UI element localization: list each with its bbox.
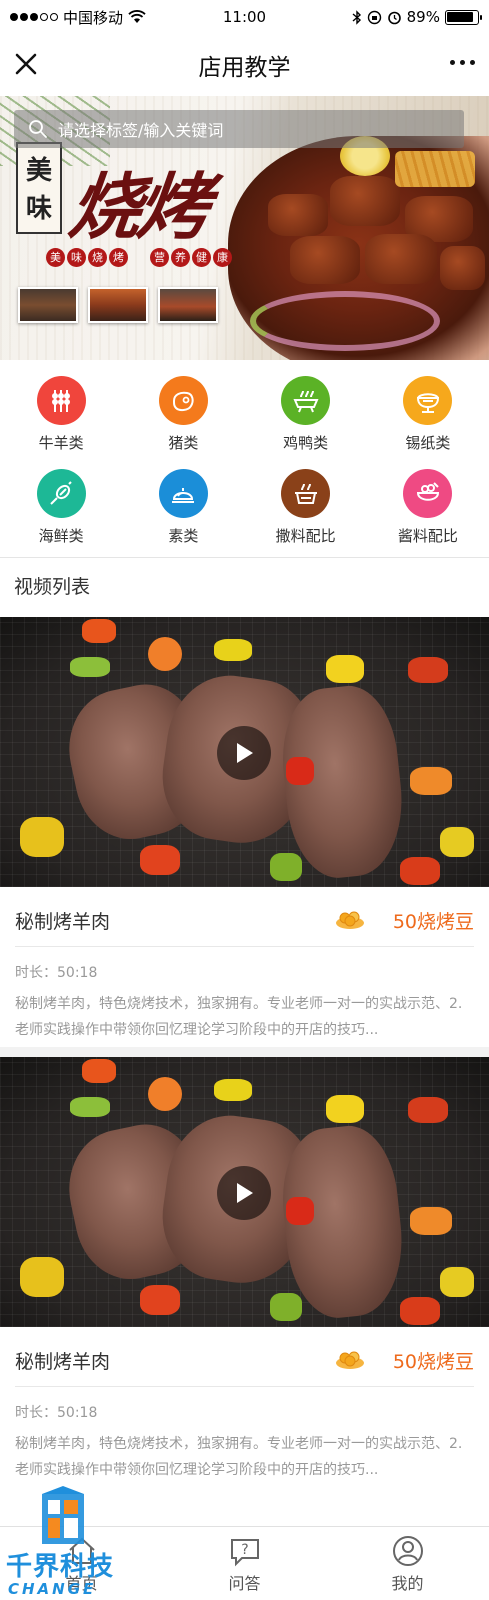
profile-icon (392, 1535, 423, 1566)
seafood-icon (36, 469, 86, 518)
play-icon (237, 1183, 253, 1203)
video-duration: 时长：50:18 (15, 965, 98, 981)
banner-title: 烧烤 (64, 164, 210, 249)
meat-icon (158, 376, 208, 425)
svg-text:?: ? (241, 1542, 248, 1558)
video-description: 秘制烤羊肉，特色烧烤技术，独家拥有。专业老师一对一的实战示范、2.老师实践操作中… (15, 1436, 463, 1478)
alarm-icon (387, 11, 401, 24)
status-bar: 中国移动 11:00 89% (0, 0, 489, 34)
video-card[interactable]: 秘制烤羊肉 50烧烤豆 时长：50:18 秘制烤羊肉，特色烧烤技术，独家拥有。专… (0, 1057, 489, 1497)
tab-profile[interactable]: 我的 (326, 1527, 489, 1600)
search-icon (29, 120, 47, 138)
battery-percent: 89% (406, 8, 440, 26)
category-beef-lamb[interactable]: 牛羊类 (0, 376, 122, 469)
banner-small-char: 美 (25, 156, 52, 186)
category-seafood[interactable]: 海鲜类 (0, 469, 122, 562)
card-separator (0, 1047, 489, 1057)
signal-icon (10, 13, 58, 21)
play-button[interactable] (217, 1166, 271, 1220)
section-title: 视频列表 (14, 576, 91, 598)
category-poultry[interactable]: 鸡鸭类 (245, 376, 367, 469)
close-icon[interactable] (12, 50, 42, 80)
banner[interactable]: 美 味 烧烤 美味烧烤 营养健康 请选择标签/输入关键词 (0, 96, 489, 360)
category-sauce[interactable]: 酱料配比 (367, 469, 489, 562)
video-thumbnail[interactable] (0, 1057, 489, 1327)
search-placeholder: 请选择标签/输入关键词 (58, 121, 224, 140)
video-description: 秘制烤羊肉，特色烧烤技术，独家拥有。专业老师一对一的实战示范、2.老师实践操作中… (15, 996, 463, 1038)
more-icon[interactable] (450, 60, 475, 65)
status-time: 11:00 (222, 8, 267, 26)
coins-icon (336, 911, 364, 929)
play-button[interactable] (217, 726, 271, 780)
tab-qa[interactable]: ? 问答 (163, 1527, 326, 1600)
category-label: 撒料配比 (275, 527, 336, 545)
category-label: 酱料配比 (397, 527, 458, 545)
rotation-lock-icon (367, 10, 381, 24)
watermark-text: 千界科技 (6, 1552, 115, 1582)
qa-icon: ? (230, 1538, 259, 1566)
category-seasoning[interactable]: 撒料配比 (245, 469, 367, 562)
grill-tray-icon (281, 376, 331, 425)
video-price: 50烧烤豆 (392, 911, 474, 933)
video-thumbnail[interactable] (0, 617, 489, 887)
grill-icon (403, 376, 453, 425)
wifi-icon (128, 10, 146, 23)
battery-icon (444, 9, 482, 25)
video-price: 50烧烤豆 (392, 1351, 474, 1373)
tab-label: 我的 (391, 1573, 424, 1593)
watermark-subtext: CHANGE (8, 1580, 97, 1598)
nav-bar: 店用教学 (0, 34, 489, 96)
category-label: 牛羊类 (38, 434, 84, 452)
category-label: 海鲜类 (38, 527, 84, 545)
category-grid: 牛羊类 猪类 鸡鸭类 锡纸类 海鲜类 素类 撒料配比 酱料配比 (0, 360, 489, 558)
search-input[interactable]: 请选择标签/输入关键词 (14, 110, 464, 148)
category-label: 鸡鸭类 (283, 434, 329, 452)
coins-icon (336, 1351, 364, 1369)
video-title: 秘制烤羊肉 (15, 1351, 111, 1373)
video-duration: 时长：50:18 (15, 1405, 98, 1421)
category-label: 锡纸类 (405, 434, 451, 452)
watermark-logo: 千界科技 CHANGE (0, 1480, 125, 1600)
banner-small-char: 味 (25, 194, 52, 224)
bowl-icon (403, 469, 453, 518)
pot-icon (281, 469, 331, 518)
video-title: 秘制烤羊肉 (15, 911, 111, 933)
page-title: 店用教学 (198, 55, 291, 81)
category-pork[interactable]: 猪类 (122, 376, 244, 469)
tab-label: 问答 (228, 1573, 261, 1593)
category-label: 猪类 (168, 434, 199, 452)
carrier-label: 中国移动 (63, 8, 124, 27)
banner-thumbnails (18, 287, 218, 323)
category-foil[interactable]: 锡纸类 (367, 376, 489, 469)
skewer-icon (36, 376, 86, 425)
banner-tags: 美味烧烤 营养健康 (46, 248, 232, 267)
category-label: 素类 (168, 527, 199, 545)
category-vegetable[interactable]: 素类 (122, 469, 244, 562)
play-icon (237, 743, 253, 763)
bluetooth-icon (352, 9, 361, 25)
video-card[interactable]: 秘制烤羊肉 50烧烤豆 时长：50:18 秘制烤羊肉，特色烧烤技术，独家拥有。专… (0, 617, 489, 1047)
dish-icon (158, 469, 208, 518)
